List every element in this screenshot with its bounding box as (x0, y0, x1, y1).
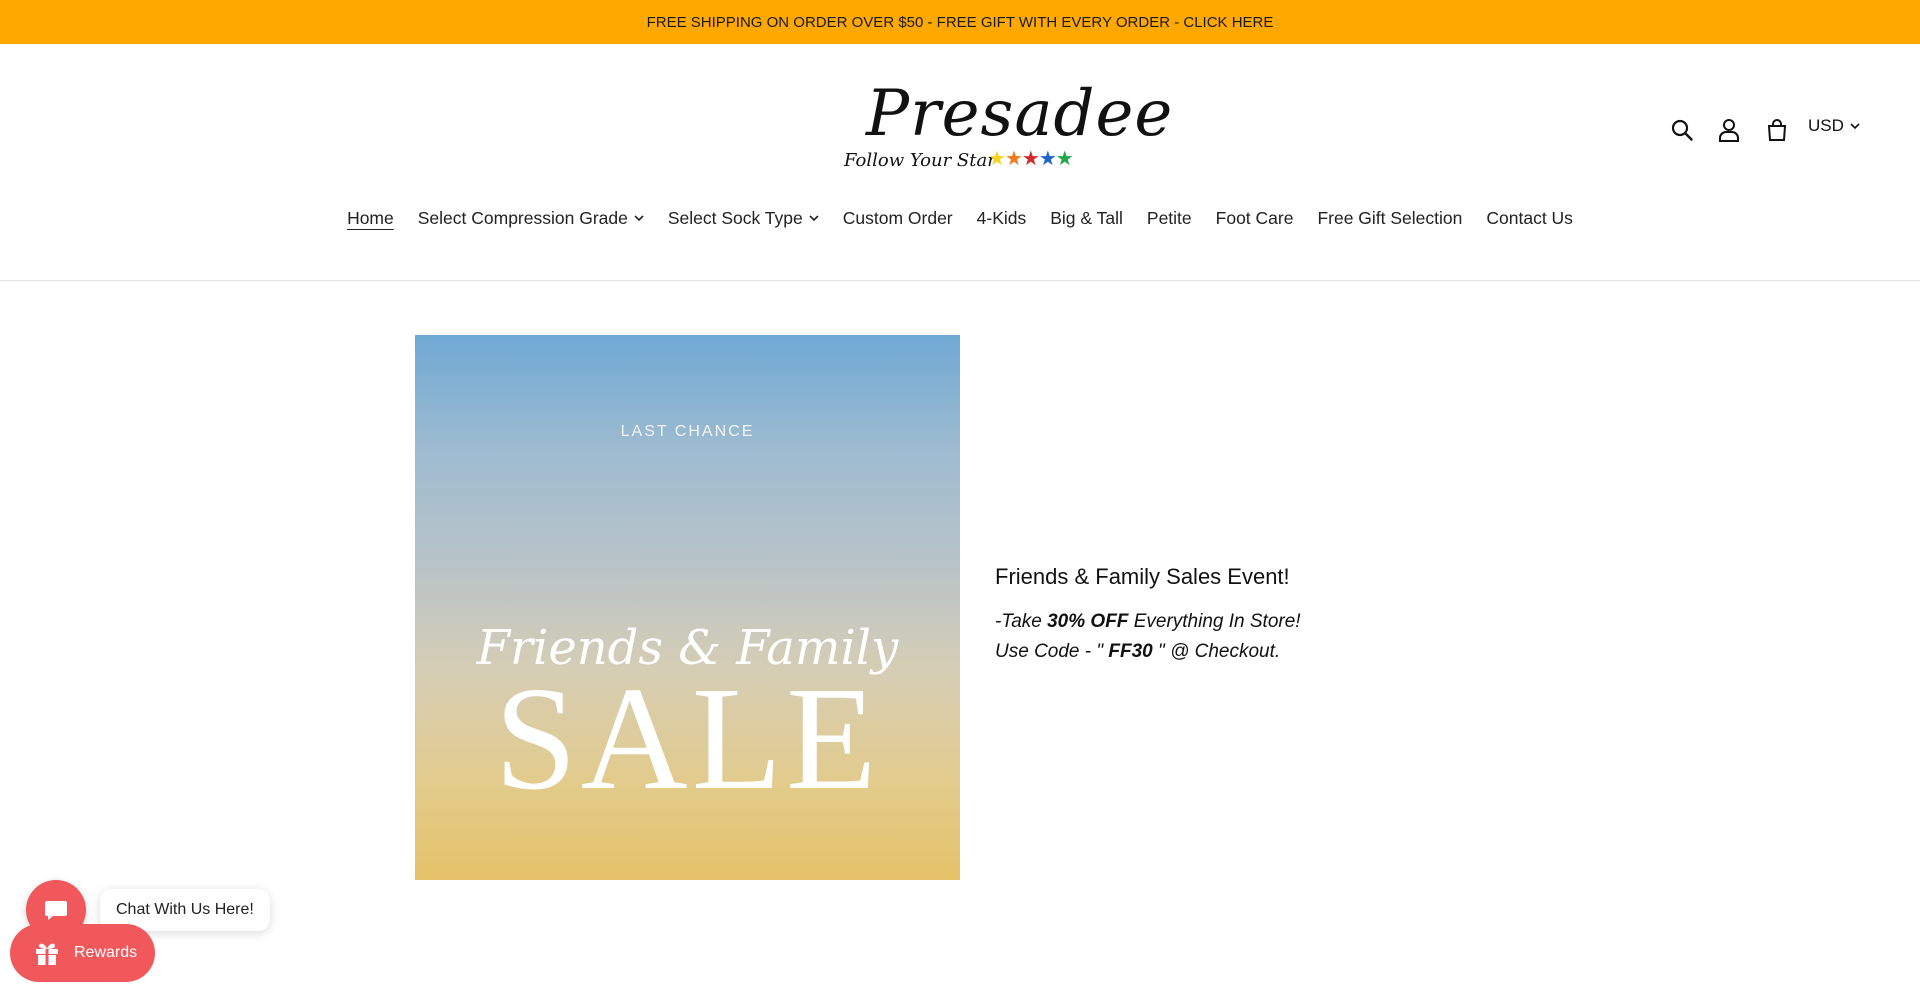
site-logo[interactable]: Presadee Follow Your Star ★★★★★ (840, 82, 1172, 182)
nav-item-custom-order[interactable]: Custom Order (843, 204, 953, 233)
cart-button[interactable] (1761, 114, 1793, 146)
nav-item-kids[interactable]: 4-Kids (977, 204, 1027, 233)
search-icon (1671, 119, 1693, 141)
nav-item-petite[interactable]: Petite (1147, 204, 1192, 233)
main-nav: Home Select Compression Grade Select Soc… (0, 204, 1920, 233)
promo-discount-line: -Take 30% OFF Everything In Store! (995, 611, 1301, 632)
nav-item-sock-type[interactable]: Select Sock Type (668, 204, 819, 233)
chevron-down-icon (634, 215, 644, 222)
site-header: Presadee Follow Your Star ★★★★★ USD Home… (0, 44, 1920, 281)
nav-item-compression-grade[interactable]: Select Compression Grade (418, 204, 644, 233)
star-icon: ★ (988, 148, 1006, 170)
currency-value: USD (1808, 116, 1844, 135)
currency-selector[interactable]: USD (1808, 116, 1860, 136)
account-button[interactable] (1713, 114, 1745, 146)
logo-stars: ★★★★★ (988, 146, 1074, 171)
nav-item-free-gift[interactable]: Free Gift Selection (1317, 204, 1462, 233)
banner-sale-text: SALE (494, 657, 881, 821)
nav-item-big-tall[interactable]: Big & Tall (1050, 204, 1123, 233)
account-icon (1719, 119, 1739, 142)
sale-banner-image: LAST CHANCE Friends & Family SALE (415, 335, 960, 880)
search-button[interactable] (1666, 114, 1698, 146)
promo-code-line: Use Code - " FF30 " @ Checkout. (995, 641, 1281, 662)
chevron-down-icon (1850, 122, 1860, 129)
star-icon: ★ (1021, 148, 1040, 170)
logo-wordmark: Presadee (866, 77, 1174, 151)
announcement-bar[interactable]: FREE SHIPPING ON ORDER OVER $50 - FREE G… (0, 0, 1920, 44)
banner-kicker: LAST CHANCE (620, 423, 755, 440)
discount-amount: 30% OFF (1047, 611, 1129, 632)
nav-item-contact[interactable]: Contact Us (1486, 204, 1573, 233)
nav-item-home[interactable]: Home (347, 204, 394, 233)
promo-code: FF30 (1108, 641, 1153, 662)
gift-icon (36, 943, 58, 965)
nav-item-foot-care[interactable]: Foot Care (1216, 204, 1294, 233)
star-icon: ★ (1055, 148, 1074, 170)
rewards-button[interactable]: Rewards (10, 924, 155, 982)
logo-tagline: Follow Your Star (844, 150, 996, 171)
star-icon: ★ (1038, 148, 1057, 170)
chat-bubble-icon (45, 901, 67, 920)
rewards-label: Rewards (74, 944, 138, 961)
chevron-down-icon (809, 215, 819, 222)
cart-icon (1767, 119, 1787, 141)
promo-title: Friends & Family Sales Event! (995, 564, 1290, 589)
star-icon: ★ (1004, 148, 1023, 170)
